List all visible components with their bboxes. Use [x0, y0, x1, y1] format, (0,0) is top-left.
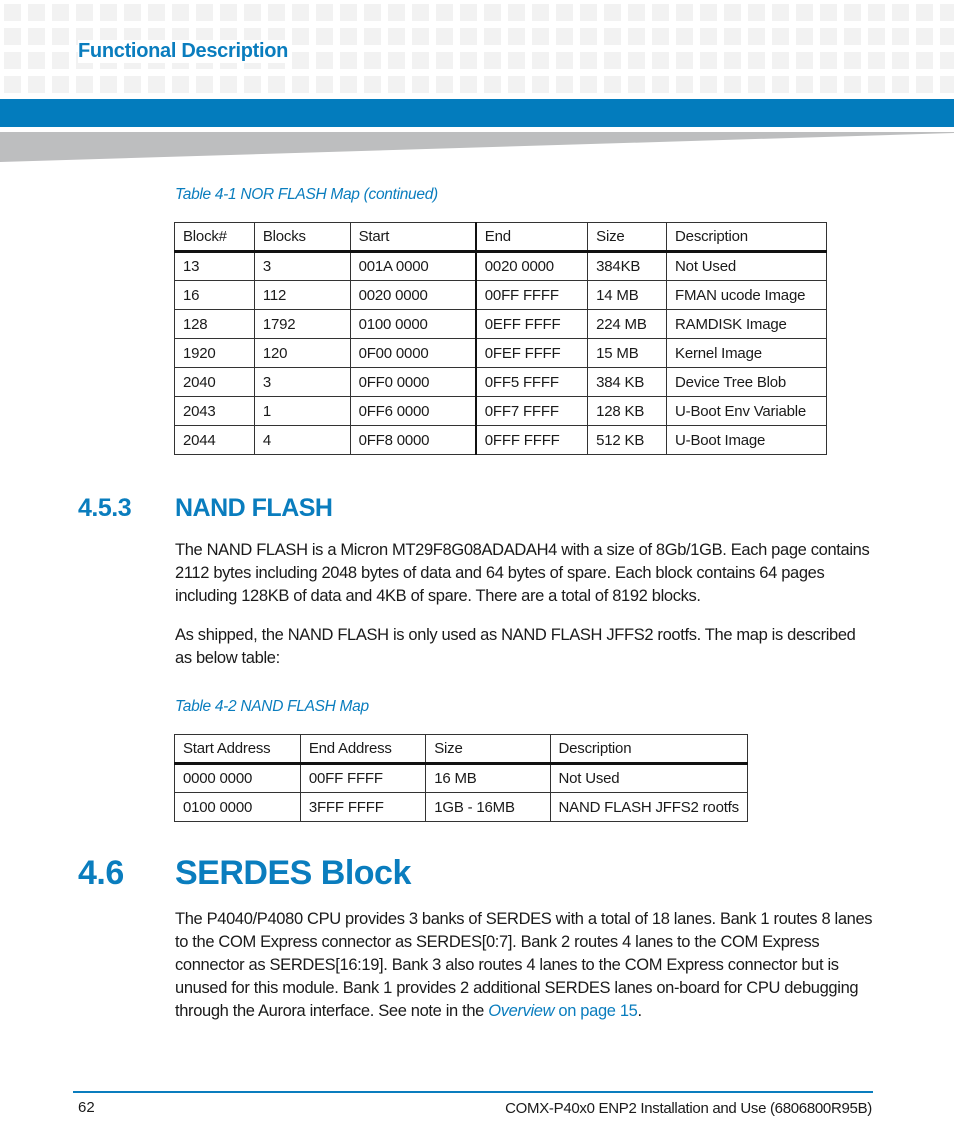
table-row: 0100 0000 3FFF FFFF 1GB - 16MB NAND FLAS…: [174, 792, 749, 822]
cell-description: Kernel Image: [666, 338, 827, 368]
section-title: SERDES Block: [175, 854, 411, 892]
cell-size: 384KB: [587, 251, 668, 281]
nand-flash-paragraph-1: The NAND FLASH is a Micron MT29F8G08ADAD…: [175, 541, 870, 605]
table-header-row: Start Address End Address Size Descripti…: [174, 734, 749, 765]
cell-size: 1GB - 16MB: [425, 792, 551, 822]
cell-size: 224 MB: [587, 309, 668, 339]
section-title: NAND FLASH: [175, 494, 333, 522]
cell-end: 0FF5 FFFF: [474, 367, 589, 397]
document-title: COMX-P40x0 ENP2 Installation and Use (68…: [505, 1100, 872, 1117]
section-heading-4-5-3: 4.5.3 NAND FLASH: [78, 494, 333, 523]
overview-link[interactable]: Overview on page 15: [488, 1002, 638, 1020]
table-row: 0000 0000 00FF FFFF 16 MB Not Used: [174, 763, 749, 793]
section-number: 4.6: [78, 854, 124, 892]
cell-end: 00FF FFFF: [474, 280, 589, 310]
cell-start: 0100 0000: [349, 309, 477, 339]
col-header-end-address: End Address: [299, 734, 427, 765]
cell-block-num: 128: [174, 309, 255, 339]
page-number: 62: [78, 1099, 95, 1116]
section-number: 4.5.3: [78, 494, 132, 522]
cell-description: NAND FLASH JFFS2 rootfs: [549, 792, 749, 822]
table-row: 2040 3 0FF0 0000 0FF5 FFFF 384 KB Device…: [174, 367, 827, 397]
cell-start-address: 0100 0000: [174, 792, 301, 822]
cell-start-address: 0000 0000: [174, 763, 301, 793]
table-row: 1920 120 0F00 0000 0FEF FFFF 15 MB Kerne…: [174, 338, 827, 368]
nand-flash-paragraph-2: As shipped, the NAND FLASH is only used …: [175, 626, 856, 667]
col-header-size: Size: [587, 222, 668, 253]
cell-block-num: 2044: [174, 425, 255, 455]
cell-description: Not Used: [666, 251, 827, 281]
cell-block-num: 13: [174, 251, 255, 281]
cell-block-num: 2043: [174, 396, 255, 426]
cell-block-num: 16: [174, 280, 255, 310]
cell-blocks: 120: [253, 338, 351, 368]
cell-description: RAMDISK Image: [666, 309, 827, 339]
cell-end: 0FF7 FFFF: [474, 396, 589, 426]
serdes-paragraph: The P4040/P4080 CPU provides 3 banks of …: [175, 908, 875, 1023]
cell-blocks: 3: [253, 251, 351, 281]
cell-description: Device Tree Blob: [666, 367, 827, 397]
section-heading-4-6: 4.6 SERDES Block: [78, 854, 411, 893]
cell-size: 15 MB: [587, 338, 668, 368]
cell-blocks: 112: [253, 280, 351, 310]
cell-blocks: 1792: [253, 309, 351, 339]
nor-flash-map-table: Block# Blocks Start End Size Description…: [174, 222, 827, 455]
table-row: 16 112 0020 0000 00FF FFFF 14 MB FMAN uc…: [174, 280, 827, 310]
cell-end: 0EFF FFFF: [474, 309, 589, 339]
col-header-block-num: Block#: [174, 222, 255, 253]
col-header-description: Description: [549, 734, 749, 765]
cell-start: 0F00 0000: [349, 338, 477, 368]
header-gray-wedge: [0, 132, 954, 162]
cell-blocks: 4: [253, 425, 351, 455]
overview-link-page: on page 15: [554, 1002, 638, 1020]
table-row: 128 1792 0100 0000 0EFF FFFF 224 MB RAMD…: [174, 309, 827, 339]
cell-block-num: 2040: [174, 367, 255, 397]
cell-end-address: 00FF FFFF: [299, 763, 427, 793]
cell-start: 0FF6 0000: [349, 396, 477, 426]
table-4-1-caption: Table 4-1 NOR FLASH Map (continued): [175, 186, 438, 203]
overview-link-label: Overview: [488, 1002, 555, 1020]
cell-block-num: 1920: [174, 338, 255, 368]
running-header-title: Functional Description: [78, 40, 293, 63]
cell-end: 0FFF FFFF: [474, 425, 589, 455]
col-header-end: End: [474, 222, 589, 253]
col-header-description: Description: [666, 222, 827, 253]
cell-size: 16 MB: [425, 763, 551, 793]
table-row: 2044 4 0FF8 0000 0FFF FFFF 512 KB U-Boot…: [174, 425, 827, 455]
serdes-paragraph-end: .: [637, 1002, 643, 1020]
cell-size: 128 KB: [587, 396, 668, 426]
table-row: 2043 1 0FF6 0000 0FF7 FFFF 128 KB U-Boot…: [174, 396, 827, 426]
cell-size: 384 KB: [587, 367, 668, 397]
col-header-start-address: Start Address: [174, 734, 301, 765]
header-blue-band: [0, 99, 954, 127]
col-header-size: Size: [425, 734, 551, 765]
cell-end-address: 3FFF FFFF: [299, 792, 427, 822]
col-header-start: Start: [349, 222, 477, 253]
cell-end: 0020 0000: [474, 251, 589, 281]
cell-start: 0FF0 0000: [349, 367, 477, 397]
table-header-row: Block# Blocks Start End Size Description: [174, 222, 827, 253]
cell-description: U-Boot Image: [666, 425, 827, 455]
cell-blocks: 1: [253, 396, 351, 426]
cell-size: 14 MB: [587, 280, 668, 310]
cell-description: U-Boot Env Variable: [666, 396, 827, 426]
cell-start: 0020 0000: [349, 280, 477, 310]
cell-description: FMAN ucode Image: [666, 280, 827, 310]
cell-size: 512 KB: [587, 425, 668, 455]
cell-blocks: 3: [253, 367, 351, 397]
cell-end: 0FEF FFFF: [474, 338, 589, 368]
table-4-2-caption: Table 4-2 NAND FLASH Map: [175, 698, 369, 715]
table-row: 13 3 001A 0000 0020 0000 384KB Not Used: [174, 251, 827, 281]
footer-rule: [73, 1091, 873, 1093]
cell-start: 0FF8 0000: [349, 425, 477, 455]
col-header-blocks: Blocks: [253, 222, 351, 253]
nand-flash-map-table: Start Address End Address Size Descripti…: [174, 734, 749, 822]
cell-start: 001A 0000: [349, 251, 477, 281]
cell-description: Not Used: [549, 763, 749, 793]
